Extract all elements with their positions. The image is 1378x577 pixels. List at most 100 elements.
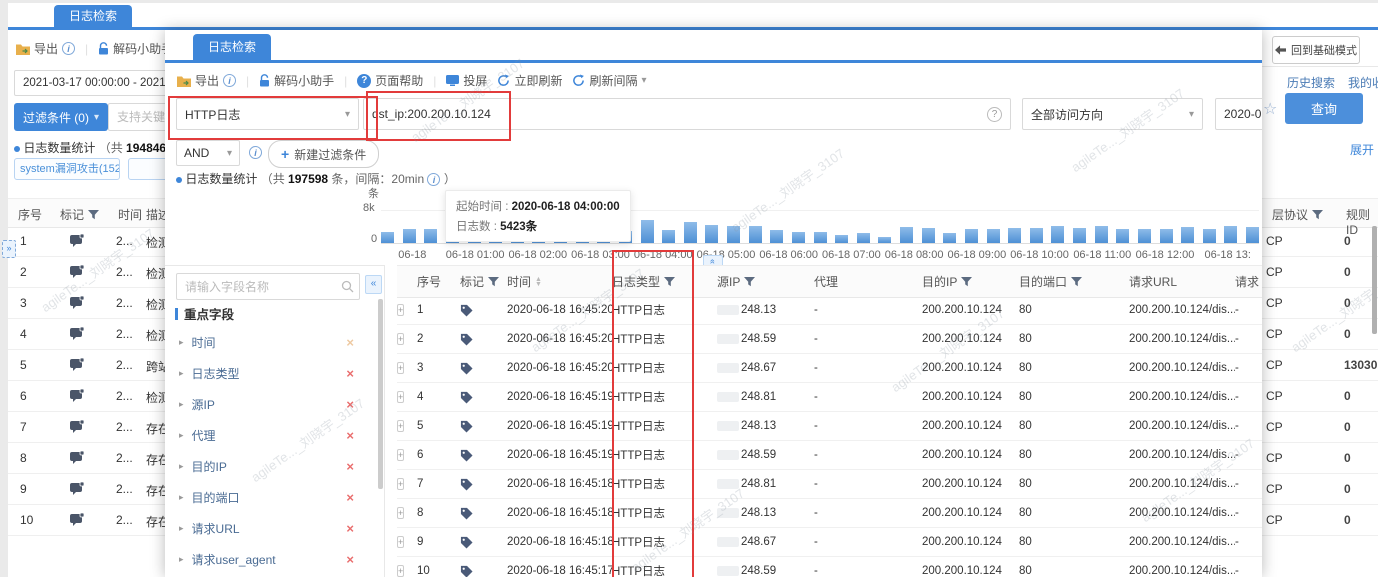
chart-bar[interactable]: [1137, 229, 1151, 243]
info-icon[interactable]: i: [62, 42, 76, 55]
expand-row-button[interactable]: +: [397, 478, 405, 490]
log-type-select[interactable]: HTTP日志 ▾: [176, 98, 359, 130]
chart-bar[interactable]: [1116, 229, 1130, 243]
chart-bar[interactable]: [640, 220, 654, 243]
chart-bar[interactable]: [1202, 229, 1216, 243]
remove-field-icon[interactable]: ×: [346, 490, 354, 505]
remove-field-icon[interactable]: ×: [346, 397, 354, 412]
refresh-interval-dropdown[interactable]: 刷新间隔 ▾: [572, 72, 647, 89]
bg-filter-chip[interactable]: system漏洞攻击(1527…: [14, 158, 120, 180]
remove-field-icon[interactable]: ×: [346, 459, 354, 474]
chart-bar[interactable]: [683, 222, 697, 243]
star-icon[interactable]: ☆: [1263, 99, 1277, 119]
message-icon[interactable]: [70, 389, 85, 402]
bg-filter-button[interactable]: 过滤条件 (0) ▾: [14, 103, 108, 131]
chart-bar[interactable]: [1008, 228, 1022, 243]
field-item[interactable]: ▸ 日志类型 ×: [165, 358, 384, 389]
cast-screen-button[interactable]: 投屏: [446, 72, 487, 89]
message-icon[interactable]: [70, 482, 85, 495]
tag-icon[interactable]: [460, 478, 507, 491]
field-item[interactable]: ▸ 源IP ×: [165, 389, 384, 420]
field-search-input[interactable]: [176, 273, 360, 300]
chart-bar[interactable]: [1181, 227, 1195, 243]
tag-icon[interactable]: [460, 449, 507, 462]
refresh-now-button[interactable]: 立即刷新: [497, 72, 562, 89]
field-item[interactable]: ▸ 请求user_agent ×: [165, 544, 384, 575]
chart-bar[interactable]: [900, 227, 913, 243]
expand-row-button[interactable]: +: [397, 536, 405, 548]
my-favorites-link[interactable]: 我的收藏: [1348, 74, 1378, 91]
field-item[interactable]: ▸ 时间 ×: [165, 327, 384, 358]
chart-bar[interactable]: [727, 226, 740, 243]
chart-bar[interactable]: [770, 230, 784, 243]
remove-field-icon[interactable]: ×: [346, 552, 354, 567]
bg-filter-chip-2[interactable]: [128, 158, 168, 180]
page-help-button[interactable]: ? 页面帮助: [357, 72, 423, 89]
chart-bar[interactable]: [424, 229, 438, 243]
chart-bar[interactable]: [1029, 228, 1043, 243]
chart-bar[interactable]: [1246, 227, 1259, 243]
message-icon[interactable]: [70, 451, 85, 464]
expand-row-button[interactable]: +: [397, 420, 405, 432]
sort-icon[interactable]: ▲ ▼: [535, 276, 542, 288]
filter-icon[interactable]: [744, 276, 756, 287]
field-item[interactable]: ▸ 代理 ×: [165, 420, 384, 451]
message-icon[interactable]: [70, 327, 85, 340]
chart-bar[interactable]: [402, 229, 416, 243]
expand-panel-icon[interactable]: »: [2, 240, 16, 258]
filter-icon[interactable]: [1312, 209, 1324, 220]
remove-field-icon[interactable]: ×: [346, 521, 354, 536]
tag-icon[interactable]: [460, 565, 507, 577]
message-icon[interactable]: [70, 296, 85, 309]
bg-export-button[interactable]: 导出 i: [16, 40, 76, 57]
fg-date-input[interactable]: [1215, 98, 1262, 130]
message-icon[interactable]: [70, 513, 85, 526]
decode-helper-button[interactable]: 解码小助手: [259, 72, 334, 89]
chart-bar[interactable]: [964, 229, 978, 243]
chart-bar[interactable]: [791, 232, 805, 243]
bg-tab-log-search[interactable]: 日志检索: [54, 5, 132, 28]
chart-bar[interactable]: [856, 233, 870, 243]
chart-bar[interactable]: [1073, 228, 1086, 243]
tag-icon[interactable]: [460, 362, 507, 375]
bg-decode-button[interactable]: 解码小助手: [98, 40, 173, 57]
expand-row-button[interactable]: +: [397, 304, 405, 316]
query-help-icon[interactable]: ?: [987, 107, 1002, 122]
query-input[interactable]: [363, 98, 1011, 130]
chart-bar[interactable]: [662, 230, 676, 243]
message-icon[interactable]: [70, 420, 85, 433]
expand-row-button[interactable]: +: [397, 391, 405, 403]
tag-icon[interactable]: [460, 507, 507, 520]
chart-bar[interactable]: [1094, 226, 1108, 243]
tag-icon[interactable]: [460, 391, 507, 404]
field-item[interactable]: ▸ 请求URL ×: [165, 513, 384, 544]
col-time[interactable]: 时间 ▲ ▼: [507, 273, 612, 290]
chart-bar[interactable]: [1051, 226, 1065, 243]
expand-row-button[interactable]: +: [397, 362, 405, 374]
expand-row-button[interactable]: +: [397, 507, 405, 519]
message-icon[interactable]: [70, 358, 85, 371]
remove-field-icon[interactable]: ×: [346, 428, 354, 443]
field-item[interactable]: ▸ 目的端口 ×: [165, 482, 384, 513]
collapse-field-panel-icon[interactable]: «: [365, 275, 382, 294]
chart-bar[interactable]: [381, 232, 394, 243]
chart-bar[interactable]: [986, 229, 1000, 243]
remove-field-icon[interactable]: ×: [346, 335, 354, 350]
filter-icon[interactable]: [961, 276, 973, 287]
export-button[interactable]: 导出 i: [177, 72, 237, 89]
message-icon[interactable]: [70, 265, 85, 278]
expand-link[interactable]: 展开: [1350, 141, 1374, 158]
chart-bar[interactable]: [943, 233, 957, 243]
filter-icon[interactable]: [88, 209, 100, 220]
expand-row-button[interactable]: +: [397, 565, 405, 577]
history-search-link[interactable]: 历史搜索: [1287, 74, 1335, 91]
field-item[interactable]: ▸ 目的IP ×: [165, 451, 384, 482]
filter-icon[interactable]: [664, 276, 676, 287]
message-icon[interactable]: [70, 234, 85, 247]
chart-bar[interactable]: [813, 232, 827, 243]
chart-bar[interactable]: [835, 235, 849, 243]
tag-icon[interactable]: [460, 333, 507, 346]
info-icon[interactable]: i: [223, 74, 237, 87]
filter-icon[interactable]: [1071, 276, 1083, 287]
direction-select[interactable]: 全部访问方向 ▾: [1022, 98, 1203, 130]
